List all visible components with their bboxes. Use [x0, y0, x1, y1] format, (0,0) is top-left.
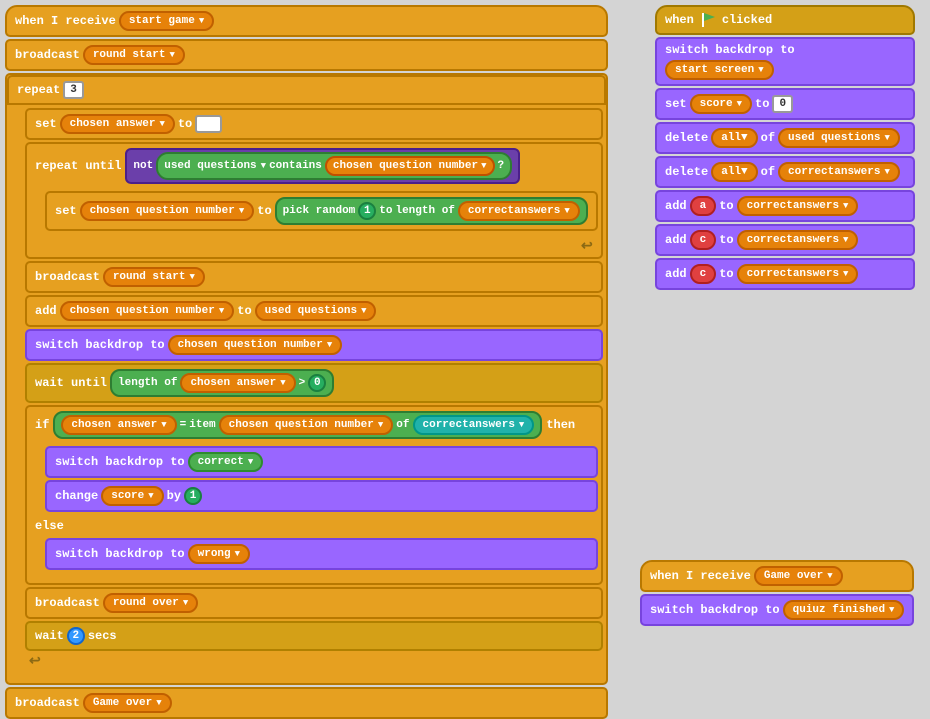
correctanswers-add-1-pill[interactable]: correctanswers ▼ [737, 196, 859, 216]
score-var-pill[interactable]: score ▼ [101, 486, 163, 506]
when-receive-label: when I receive [15, 14, 116, 28]
switch-wrong-block[interactable]: switch backdrop to wrong ▼ [45, 538, 598, 570]
change-score-block[interactable]: change score ▼ by 1 [45, 480, 598, 512]
broadcast-round-start-2[interactable]: broadcast round start ▼ [25, 261, 603, 293]
broadcast-round-start-block[interactable]: broadcast round start ▼ [5, 39, 608, 71]
round-start-pill-2[interactable]: round start ▼ [103, 267, 205, 287]
if-block[interactable]: if chosen answer ▼ = item chosen questio… [25, 405, 603, 585]
length-gt-block[interactable]: length of chosen answer ▼ > 0 [110, 369, 334, 397]
chosen-answer-length-pill[interactable]: chosen answer ▼ [180, 373, 295, 393]
used-questions-pill[interactable]: used questions ▼ [255, 301, 377, 321]
correctanswers-pill[interactable]: correctanswers ▼ [458, 201, 580, 221]
wrong-pill[interactable]: wrong ▼ [188, 544, 250, 564]
repeat-until-block[interactable]: repeat until not used questions ▼ contai… [25, 142, 603, 259]
used-questions-contains[interactable]: used questions ▼ contains chosen questio… [156, 152, 512, 180]
correctanswers-right-pill[interactable]: correctanswers ▼ [778, 162, 900, 182]
score-pill-right[interactable]: score ▼ [690, 94, 752, 114]
all-of-used-pill[interactable]: all▼ [711, 128, 757, 148]
score-value[interactable]: 0 [772, 95, 793, 113]
a-val-pill[interactable]: a [690, 196, 717, 216]
set-cqn-block[interactable]: set chosen question number ▼ to pick ran… [45, 191, 598, 231]
switch-backdrop-cqn[interactable]: switch backdrop to chosen question numbe… [25, 329, 603, 361]
left-script: when I receive start game ▼ broadcast ro… [5, 5, 608, 719]
change-by-value[interactable]: 1 [184, 487, 202, 505]
repeat-block[interactable]: repeat 3 set chosen answer ▼ to repeat u… [5, 73, 608, 685]
pick-random-block[interactable]: pick random 1 to length of correctanswer… [275, 197, 588, 225]
switch-correct-block[interactable]: switch backdrop to correct ▼ [45, 446, 598, 478]
dropdown-arrow: ▼ [199, 16, 204, 26]
repeat-count[interactable]: 3 [63, 81, 84, 99]
broadcast-round-over[interactable]: broadcast round over ▼ [25, 587, 603, 619]
right-bottom-script: when I receive Game over ▼ switch backdr… [640, 560, 914, 626]
loop-arrow-2: ↩ [29, 653, 603, 670]
delete-used-questions[interactable]: delete all▼ of used questions ▼ [655, 122, 915, 154]
cqn-pill-add[interactable]: chosen question number ▼ [60, 301, 235, 321]
switch-start-screen[interactable]: switch backdrop to start screen ▼ [655, 37, 915, 86]
cqn-var[interactable]: chosen question number ▼ [80, 201, 255, 221]
chosen-answer-var[interactable]: chosen answer ▼ [60, 114, 175, 134]
game-over-pill[interactable]: Game over ▼ [83, 693, 172, 713]
if-condition[interactable]: chosen answer ▼ = item chosen question n… [53, 411, 542, 439]
gt-value[interactable]: 0 [308, 374, 326, 392]
correctanswers-add-2-pill[interactable]: correctanswers ▼ [737, 230, 859, 250]
add-c2-correctanswers[interactable]: add c to correctanswers ▼ [655, 258, 915, 290]
delete-correctanswers[interactable]: delete all▼ of correctanswers ▼ [655, 156, 915, 188]
add-a-correctanswers[interactable]: add a to correctanswers ▼ [655, 190, 915, 222]
add-c1-correctanswers[interactable]: add c to correctanswers ▼ [655, 224, 915, 256]
right-top-script: when clicked switch backdrop to start sc… [655, 5, 915, 290]
wait-until-block[interactable]: wait until length of chosen answer ▼ > 0 [25, 363, 603, 403]
set-score-block[interactable]: set score ▼ to 0 [655, 88, 915, 120]
cqn-backdrop-pill[interactable]: chosen question number ▼ [168, 335, 343, 355]
not-block[interactable]: not used questions ▼ contains chosen que… [125, 148, 520, 184]
loop-arrow: ↩ [581, 238, 593, 255]
c2-val-pill[interactable]: c [690, 264, 717, 284]
correct-pill[interactable]: correct ▼ [188, 452, 264, 472]
correctanswers-of-pill[interactable]: correctanswers ▼ [413, 415, 535, 435]
cqn-item-pill[interactable]: chosen question number ▼ [219, 415, 394, 435]
chosen-answer-if-pill[interactable]: chosen answer ▼ [61, 415, 176, 435]
wait-num[interactable]: 2 [67, 627, 85, 645]
when-receive-game-over[interactable]: when I receive Game over ▼ [640, 560, 914, 592]
used-questions-right-pill[interactable]: used questions ▼ [778, 128, 900, 148]
correctanswers-add-3-pill[interactable]: correctanswers ▼ [737, 264, 859, 284]
broadcast-game-over[interactable]: broadcast Game over ▼ [5, 687, 608, 719]
round-over-pill[interactable]: round over ▼ [103, 593, 198, 613]
set-chosen-answer-block[interactable]: set chosen answer ▼ to [25, 108, 603, 140]
game-over-receive-pill[interactable]: Game over ▼ [754, 566, 843, 586]
flag-icon [699, 11, 717, 29]
random-from[interactable]: 1 [358, 202, 376, 220]
set-value-input[interactable] [195, 115, 222, 133]
all-of-correct-pill[interactable]: all▼ [711, 162, 757, 182]
when-clicked-block[interactable]: when clicked [655, 5, 915, 35]
round-start-pill[interactable]: round start ▼ [83, 45, 185, 65]
switch-quiuz-finished[interactable]: switch backdrop to quiuz finished ▼ [640, 594, 914, 626]
c1-val-pill[interactable]: c [690, 230, 717, 250]
quiuz-finished-pill[interactable]: quiuz finished ▼ [783, 600, 905, 620]
add-to-used-questions[interactable]: add chosen question number ▼ to used que… [25, 295, 603, 327]
start-game-pill[interactable]: start game ▼ [119, 11, 214, 31]
chosen-question-number-pill[interactable]: chosen question number ▼ [325, 156, 495, 176]
when-receive-block[interactable]: when I receive start game ▼ [5, 5, 608, 37]
start-screen-pill[interactable]: start screen ▼ [665, 60, 774, 80]
